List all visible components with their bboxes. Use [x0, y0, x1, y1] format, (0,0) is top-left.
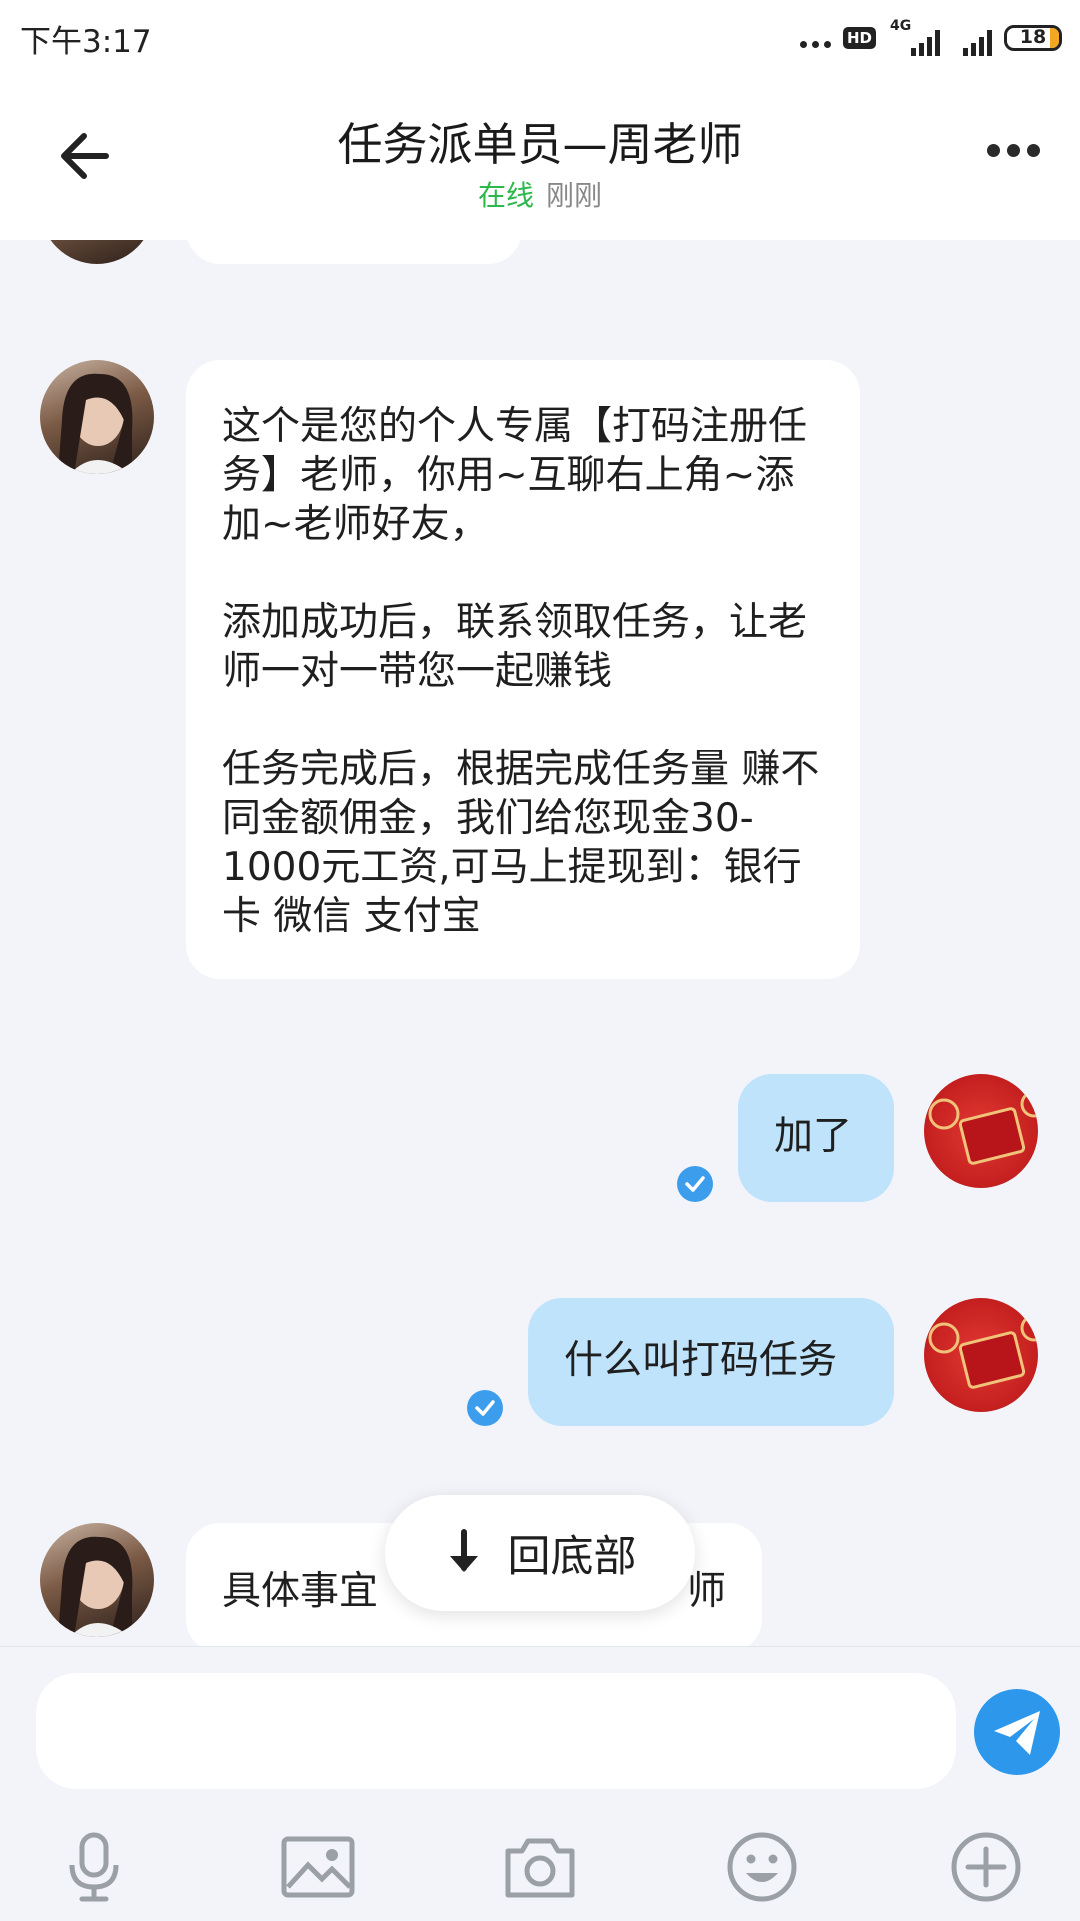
battery-icon: 18 [1004, 25, 1062, 51]
message-text: 这个是您的个人专属【打码注册任务】老师，你用~互聊右上角~添加~老师好友， 添加… [222, 404, 820, 939]
plus-icon [951, 1832, 1021, 1902]
last-seen: 刚刚 [546, 179, 603, 212]
message-text: 具体事宜 [222, 1569, 379, 1614]
send-icon [994, 1711, 1040, 1755]
message-list[interactable]: 这个是您的个人专属【打码注册任务】老师，你用~互聊右上角~添加~老师好友， 添加… [0, 240, 1080, 1646]
message-text: 加了 [774, 1114, 853, 1159]
message-bubble-outgoing[interactable]: 加了 [738, 1074, 894, 1202]
microphone-button[interactable] [54, 1827, 134, 1907]
emoji-icon [727, 1832, 797, 1902]
read-check-icon [677, 1166, 713, 1202]
network-type-label: 4G [890, 18, 912, 34]
avatar-image [928, 1090, 1038, 1165]
dot [1027, 144, 1040, 157]
contact-avatar[interactable] [40, 240, 154, 264]
arrow-down-icon [449, 1529, 478, 1572]
dot [1007, 144, 1020, 157]
message-bubble-partial[interactable] [186, 240, 522, 264]
message-bubble-outgoing[interactable]: 什么叫打码任务 [528, 1298, 894, 1426]
contact-name: 任务派单员—周老师 [337, 118, 743, 171]
more-options-button[interactable] [987, 144, 1040, 157]
chat-header: 任务派单员—周老师 在线 刚刚 [0, 74, 1080, 240]
plus-button[interactable] [946, 1827, 1026, 1907]
camera-icon [505, 1838, 575, 1898]
send-button[interactable] [974, 1689, 1060, 1775]
read-check-icon [467, 1390, 503, 1426]
avatar-image [58, 1536, 133, 1637]
contact-avatar[interactable] [40, 360, 154, 474]
my-avatar[interactable] [924, 1074, 1038, 1188]
online-status: 在线 [477, 179, 534, 212]
microphone-icon [69, 1832, 119, 1902]
composer [0, 1646, 1080, 1921]
status-bar: 下午3:17 HD 4G 18 [0, 0, 1080, 74]
signal-icon [952, 20, 992, 56]
message-bubble-incoming[interactable]: 这个是您的个人专属【打码注册任务】老师，你用~互聊右上角~添加~老师好友， 添加… [186, 360, 860, 979]
image-icon [281, 1836, 355, 1898]
hd-badge: HD [842, 27, 876, 49]
mobile-network-icon: 4G [888, 18, 940, 56]
message-input[interactable] [36, 1673, 956, 1789]
jump-to-bottom-label: 回底部 [507, 1532, 637, 1582]
avatar-image [58, 373, 133, 474]
emoji-button[interactable] [722, 1827, 802, 1907]
status-icons: HD 4G 18 [799, 18, 1062, 58]
dot [987, 144, 1000, 157]
message-text-end: 师 [686, 1569, 726, 1614]
contact-avatar[interactable] [40, 1523, 154, 1637]
message-text: 什么叫打码任务 [564, 1338, 838, 1383]
my-avatar[interactable] [924, 1298, 1038, 1412]
battery-level: 18 [1019, 26, 1047, 48]
more-notifications-icon [799, 28, 831, 48]
status-time: 下午3:17 [20, 24, 152, 60]
contact-status: 在线 刚刚 [0, 174, 1080, 214]
jump-to-bottom-button[interactable]: 回底部 [385, 1495, 695, 1611]
camera-button[interactable] [500, 1827, 580, 1907]
image-button[interactable] [278, 1827, 358, 1907]
avatar-image [928, 1314, 1038, 1389]
